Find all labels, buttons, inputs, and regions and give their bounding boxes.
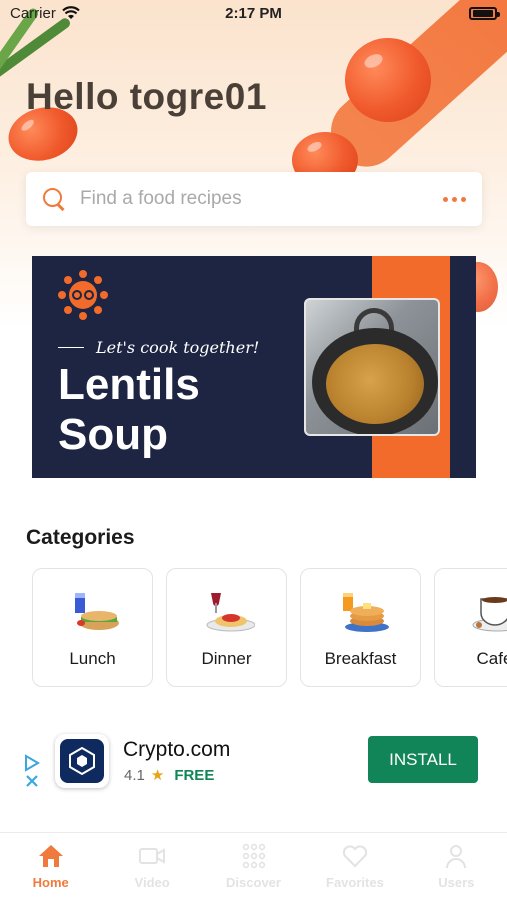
user-icon [446,845,467,869]
ad-rating: 4.1 [124,766,145,784]
search-input[interactable] [80,188,443,210]
featured-recipe-banner[interactable]: Let's cook together! Lentils Soup [32,256,476,478]
tab-label: Home [32,875,69,890]
category-label: Lunch [69,649,116,668]
tab-video[interactable]: Video [101,833,202,900]
sun-logo-icon [58,270,108,320]
ad-price: FREE [174,766,215,784]
shield-logo-icon [69,746,95,776]
search-icon[interactable] [42,187,66,211]
bottom-tab-bar: Home Video Discover Favorites Users [0,832,507,900]
greeting-title: Hello togre01 [26,76,267,117]
spaghetti-wine-icon [206,593,255,632]
tab-favorites[interactable]: Favorites [304,833,405,900]
category-card-cafe[interactable]: Cafe [434,568,507,687]
tomato-decoration [345,38,431,122]
ad-meta: 4.1 ★ FREE [124,766,215,785]
banner-tagline: Let's cook together! [96,338,260,357]
categories-carousel[interactable]: Lunch Dinner Breakfast Caf [32,568,507,688]
category-card-breakfast[interactable]: Breakfast [300,568,421,687]
category-label: Dinner [201,649,252,668]
ad-app-name: Crypto.com [123,738,231,761]
coffee-cup-icon [472,597,507,632]
banner-title-line: Lentils [58,360,200,409]
banner-title: Lentils Soup [58,360,200,460]
video-icon [139,848,166,864]
status-bar: Carrier 2:17 PM [0,0,507,26]
category-card-lunch[interactable]: Lunch [32,568,153,687]
tab-label: Favorites [326,875,384,890]
search-bar[interactable] [26,172,482,226]
banner-title-line: Soup [58,410,168,459]
star-icon: ★ [150,767,165,784]
more-options-icon[interactable] [443,196,466,202]
categories-title: Categories [26,526,135,549]
tab-label: Video [134,875,170,890]
ad-banner[interactable]: Crypto.com 4.1 ★ FREE INSTALL [0,730,507,796]
home-icon [38,845,63,867]
heart-icon [342,845,368,868]
tab-label: Users [438,875,475,890]
install-button[interactable]: INSTALL [368,736,478,783]
crypto-app-icon[interactable] [55,734,109,788]
tab-home[interactable]: Home [0,833,101,900]
status-time: 2:17 PM [225,4,282,22]
category-label: Cafe [476,649,507,668]
category-label: Breakfast [324,649,397,668]
category-card-dinner[interactable]: Dinner [166,568,287,687]
grid-dots-icon [242,843,265,869]
battery-icon [469,6,500,20]
tab-discover[interactable]: Discover [203,833,304,900]
adchoices-icon[interactable] [24,754,42,790]
pancakes-juice-icon [343,593,389,632]
sandwich-drink-icon [75,593,119,630]
tagline-divider [58,346,84,349]
soup-pot-image [304,298,440,436]
tab-users[interactable]: Users [406,833,507,900]
tab-label: Discover [226,875,281,890]
